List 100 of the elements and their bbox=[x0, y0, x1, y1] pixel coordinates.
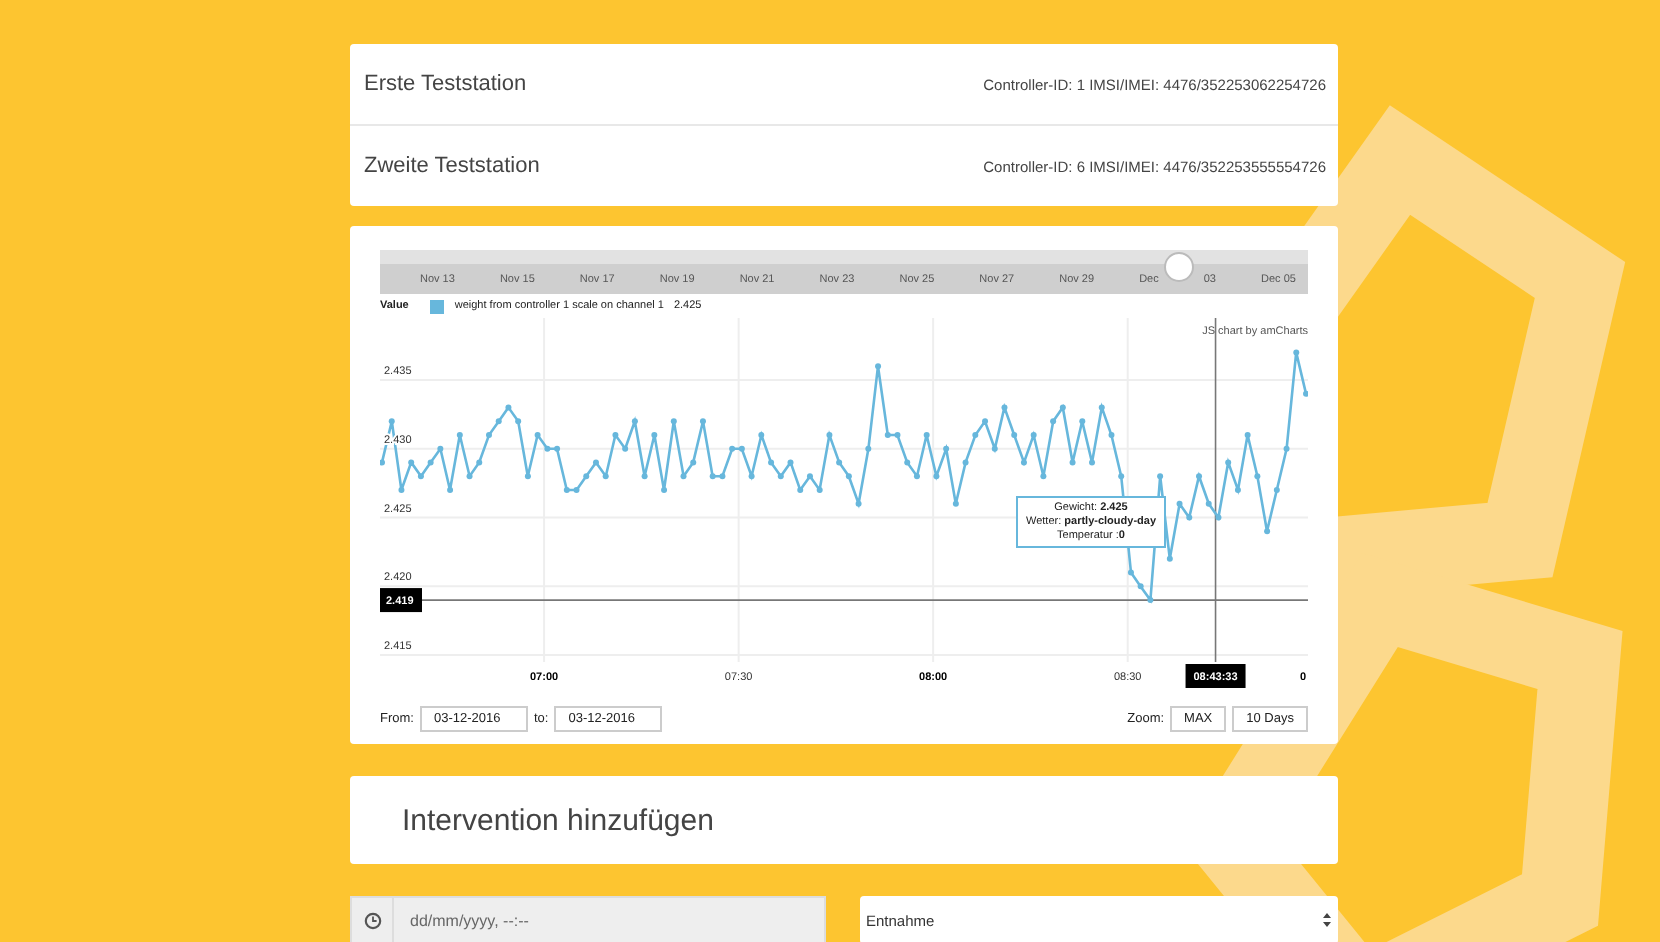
data-point bbox=[612, 431, 619, 438]
data-point bbox=[505, 404, 512, 411]
data-point bbox=[933, 473, 940, 480]
data-point bbox=[486, 431, 492, 438]
data-point bbox=[1157, 473, 1164, 480]
data-point bbox=[1147, 597, 1154, 604]
data-point bbox=[1137, 583, 1144, 590]
data-point bbox=[398, 487, 405, 493]
data-point bbox=[524, 473, 531, 480]
data-point bbox=[1040, 473, 1047, 480]
data-point bbox=[670, 418, 677, 425]
data-point bbox=[544, 445, 551, 452]
clock-icon bbox=[363, 911, 381, 929]
data-point bbox=[583, 473, 590, 480]
data-point bbox=[1205, 500, 1212, 507]
data-point bbox=[631, 418, 638, 425]
data-point bbox=[1176, 500, 1183, 507]
data-point bbox=[515, 418, 522, 425]
data-point bbox=[1283, 445, 1290, 452]
section-title: Intervention hinzufügen bbox=[402, 803, 714, 837]
data-point bbox=[447, 487, 454, 493]
data-point bbox=[1186, 514, 1193, 521]
data-point bbox=[1001, 404, 1008, 411]
data-point bbox=[534, 431, 541, 438]
data-point bbox=[476, 459, 483, 466]
data-point bbox=[573, 487, 580, 493]
data-point bbox=[1215, 514, 1222, 521]
data-point bbox=[1166, 555, 1173, 562]
data-point bbox=[768, 459, 775, 466]
data-point bbox=[826, 431, 833, 438]
data-point bbox=[661, 487, 668, 493]
data-point bbox=[1225, 459, 1232, 466]
data-point bbox=[495, 418, 502, 425]
data-point bbox=[622, 445, 629, 452]
data-point bbox=[380, 459, 385, 466]
scrollbar-handle[interactable] bbox=[1164, 252, 1194, 282]
data-point bbox=[1127, 569, 1134, 576]
data-point bbox=[894, 431, 901, 438]
data-point bbox=[1030, 431, 1037, 438]
data-point bbox=[1293, 349, 1300, 356]
data-point bbox=[1264, 528, 1271, 535]
data-point bbox=[1254, 473, 1261, 480]
data-point bbox=[699, 418, 706, 425]
data-point bbox=[845, 473, 852, 480]
data-point bbox=[904, 459, 911, 466]
data-point bbox=[923, 431, 930, 438]
station-name[interactable]: Erste Teststation bbox=[364, 72, 527, 96]
data-point bbox=[563, 487, 570, 493]
data-point bbox=[408, 459, 415, 466]
data-point bbox=[943, 445, 950, 452]
data-point bbox=[1118, 473, 1125, 480]
data-point bbox=[952, 500, 959, 507]
date-field[interactable]: dd/mm/yyyy, --:-- bbox=[394, 896, 826, 942]
data-point bbox=[836, 459, 843, 466]
data-point bbox=[1020, 459, 1027, 466]
data-point bbox=[991, 445, 998, 452]
data-point bbox=[719, 473, 726, 480]
data-point bbox=[1108, 431, 1115, 438]
data-point bbox=[806, 473, 813, 480]
data-point bbox=[1079, 418, 1086, 425]
data-point bbox=[777, 473, 784, 480]
data-point bbox=[417, 473, 424, 480]
data-point bbox=[913, 473, 920, 480]
data-point bbox=[437, 445, 444, 452]
data-point bbox=[875, 363, 882, 370]
data-point bbox=[816, 487, 823, 493]
data-point bbox=[1244, 431, 1251, 438]
data-point bbox=[593, 459, 599, 466]
data-point bbox=[1098, 404, 1105, 411]
data-point bbox=[982, 418, 989, 425]
data-point bbox=[748, 473, 755, 480]
data-point bbox=[1196, 473, 1202, 480]
data-point bbox=[1059, 404, 1066, 411]
data-point bbox=[758, 431, 765, 438]
data-point bbox=[388, 418, 395, 425]
data-point bbox=[972, 431, 979, 438]
data-point bbox=[690, 459, 697, 466]
data-point bbox=[427, 459, 434, 466]
data-point bbox=[554, 445, 561, 452]
data-point bbox=[865, 445, 872, 452]
station-name[interactable]: Zweite Teststation bbox=[364, 154, 540, 178]
data-point bbox=[797, 487, 804, 493]
data-point bbox=[1050, 418, 1057, 425]
data-point bbox=[1273, 487, 1280, 493]
data-point bbox=[709, 473, 716, 480]
data-point bbox=[680, 473, 687, 480]
data-point bbox=[1303, 390, 1308, 397]
data-point bbox=[855, 500, 862, 507]
data-point bbox=[787, 459, 794, 466]
data-point bbox=[651, 431, 658, 438]
data-point bbox=[456, 431, 463, 438]
data-point bbox=[1069, 459, 1076, 466]
sort-icon bbox=[1322, 912, 1332, 928]
data-point bbox=[602, 473, 609, 480]
data-point bbox=[1234, 487, 1241, 493]
data-point bbox=[641, 473, 648, 480]
data-point bbox=[466, 473, 473, 480]
data-point bbox=[1089, 459, 1095, 466]
data-point bbox=[1011, 431, 1018, 438]
data-point bbox=[962, 459, 969, 466]
